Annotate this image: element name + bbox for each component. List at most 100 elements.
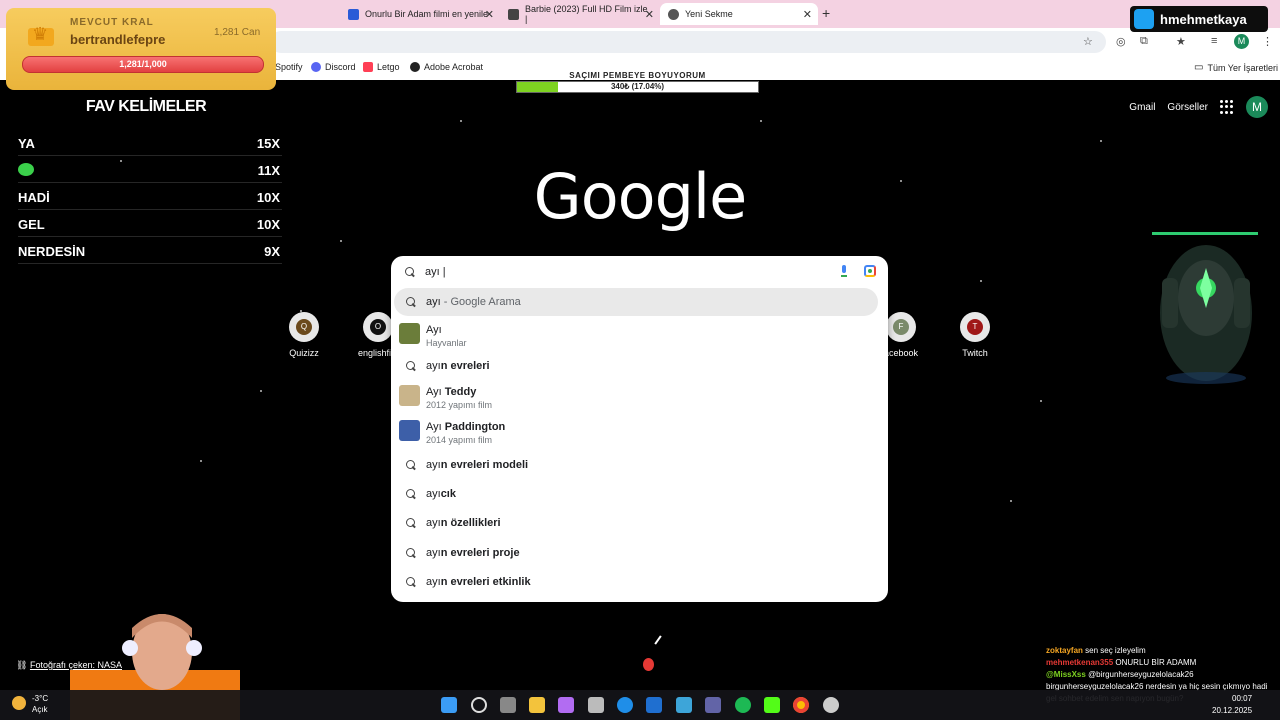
bookmark-star-icon[interactable]: ★ — [1176, 35, 1186, 48]
system-clock[interactable]: 00:07 20.12.2025 — [1212, 693, 1252, 717]
search-icon — [405, 267, 415, 277]
search-icon[interactable] — [471, 697, 487, 713]
twitch-icon: T — [967, 319, 983, 335]
suggestion-completion: n evreleri etkinlik — [440, 576, 531, 588]
suggestion-completion: Paddington — [444, 421, 506, 433]
all-bookmarks-label: Tüm Yer İşaretleri — [1207, 62, 1278, 73]
file-explorer-icon[interactable] — [529, 697, 545, 713]
kick-icon[interactable] — [764, 697, 780, 713]
store-icon[interactable] — [588, 697, 604, 713]
shortcut-twitch[interactable]: T Twitch — [945, 312, 1005, 358]
suggestion-row[interactable]: ayın evreleri — [391, 352, 888, 380]
close-icon[interactable]: ✕ — [485, 8, 494, 21]
character-health-bar — [1152, 232, 1258, 235]
chrome-icon — [668, 8, 679, 20]
fav-word: GEL — [18, 217, 45, 232]
suggestion-prefix: ayı — [426, 576, 441, 588]
suggestion-prefix: ayı — [426, 360, 441, 372]
suggestion-entity[interactable]: Ayı Paddington 2014 yapımı film — [391, 417, 888, 445]
suggestion-row[interactable]: ayıcık — [391, 480, 888, 508]
address-bar[interactable] — [270, 31, 1106, 53]
bookmark-letgo[interactable]: Letgo — [363, 62, 400, 72]
tab-title: Onurlu Bir Adam filmi en yenile — [365, 9, 489, 19]
teams-icon[interactable] — [705, 697, 721, 713]
bookmark-label: Letgo — [377, 62, 400, 72]
task-view-icon[interactable] — [500, 697, 516, 713]
suggestion-row[interactable]: ayın özellikleri — [391, 509, 888, 537]
suggestion-entity[interactable]: Ayı Hayvanlar — [391, 320, 888, 348]
weather-widget[interactable]: -3°C Açık — [12, 693, 48, 715]
shortcut-label: acebook — [883, 348, 919, 358]
creator-name: hmehmetkaya — [1160, 11, 1247, 27]
quizizz-icon: Q — [296, 319, 312, 335]
menu-kebab-icon[interactable]: ⋮ — [1262, 35, 1273, 48]
king-label: MEVCUT KRAL — [70, 17, 154, 28]
bear-thumbnail — [399, 323, 420, 344]
close-icon[interactable]: ✕ — [803, 8, 812, 21]
apps-grid-icon[interactable] — [1220, 100, 1234, 114]
paddington-thumbnail — [399, 420, 420, 441]
search-input[interactable]: ayı | — [391, 256, 888, 288]
fav-word-row: YA 15X — [18, 130, 282, 156]
star-icon[interactable]: ☆ — [1083, 35, 1093, 48]
google-lens-icon[interactable] — [864, 265, 876, 277]
tab-title: Yeni Sekme — [685, 9, 733, 19]
reading-list-icon[interactable]: ≡ — [1211, 35, 1217, 47]
king-health-bar: 1,281/1,000 — [22, 56, 264, 73]
suggestion-subtitle: Hayvanlar — [426, 338, 467, 348]
suggestion-row[interactable]: ayın evreleri etkinlik — [391, 568, 888, 596]
cursor-indicator — [643, 658, 654, 671]
letgo-icon — [363, 62, 373, 72]
king-name: bertrandlefepre — [70, 32, 166, 47]
suggestion-row[interactable]: ayın evreleri modeli — [391, 451, 888, 479]
bookmark-adobe[interactable]: Adobe Acrobat — [410, 62, 483, 72]
suggestion-completion: Teddy — [444, 386, 477, 398]
images-link[interactable]: Görseller — [1167, 102, 1208, 113]
weather-condition: Açık — [32, 705, 48, 714]
chat-message: zoktayfan sen seç izleyelim — [1046, 645, 1268, 657]
photos-icon[interactable] — [676, 697, 692, 713]
bookmark-discord[interactable]: Discord — [311, 62, 356, 72]
fav-word-row: NERDESİN 9X — [18, 238, 282, 264]
fav-count: 15X — [256, 136, 280, 151]
teddy-thumbnail — [399, 385, 420, 406]
fav-word-row: 11X — [18, 157, 282, 183]
shortcut-quizizz[interactable]: Q Quizizz — [274, 312, 334, 358]
suggestion-subtitle: 2012 yapımı film — [426, 400, 493, 410]
new-tab-button[interactable]: + — [822, 5, 830, 21]
fav-count: 9X — [264, 244, 280, 259]
edge-icon[interactable] — [617, 697, 633, 713]
tab-new[interactable]: Yeni Sekme ✕ — [660, 3, 818, 25]
profile-avatar[interactable]: M — [1234, 34, 1249, 49]
suggestion-row[interactable]: ayın evreleri proje — [391, 539, 888, 567]
windows-start-icon[interactable] — [441, 697, 457, 713]
suggestion-prefix: ayı — [426, 547, 441, 559]
tab-barbie[interactable]: Barbie (2023) Full HD Film izle | ✕ — [500, 3, 660, 25]
microphone-icon[interactable] — [840, 265, 848, 277]
suggestion-subtitle: 2014 yapımı film — [426, 435, 493, 445]
close-icon[interactable]: ✕ — [645, 8, 654, 21]
obs-icon[interactable] — [823, 697, 839, 713]
gmail-link[interactable]: Gmail — [1129, 102, 1155, 113]
fav-word: YA — [18, 136, 35, 151]
clock-time: 00:07 — [1232, 694, 1253, 703]
fav-word: NERDESİN — [18, 244, 86, 259]
fav-word-row: GEL 10X — [18, 211, 282, 237]
all-bookmarks[interactable]: ▭ Tüm Yer İşaretleri — [1194, 62, 1278, 73]
suggestion-entity[interactable]: Ayı Teddy 2012 yapımı film — [391, 382, 888, 410]
extension-icon[interactable]: ◎ — [1116, 35, 1126, 48]
search-suggestions: ayı | ayı - Google Arama Ayı Hayvanlar a… — [391, 256, 888, 602]
suggestion-title: Ayı — [426, 324, 442, 336]
suggestion-row[interactable]: ayı - Google Arama — [394, 288, 878, 316]
spotify-icon[interactable] — [735, 697, 751, 713]
kick-logo-icon — [1134, 9, 1154, 29]
puzzle-icon[interactable]: ⧉ — [1140, 35, 1148, 48]
suggestion-prefix: Ayı — [426, 386, 445, 398]
google-account-avatar[interactable]: M — [1246, 96, 1268, 118]
outlook-icon[interactable] — [646, 697, 662, 713]
weather-sun-icon — [12, 696, 26, 710]
chrome-icon[interactable] — [793, 697, 809, 713]
tab-onurlu[interactable]: Onurlu Bir Adam filmi en yenile ✕ — [340, 3, 500, 25]
bookmark-spotify[interactable]: Spotify — [275, 62, 303, 72]
copilot-icon[interactable] — [558, 697, 574, 713]
